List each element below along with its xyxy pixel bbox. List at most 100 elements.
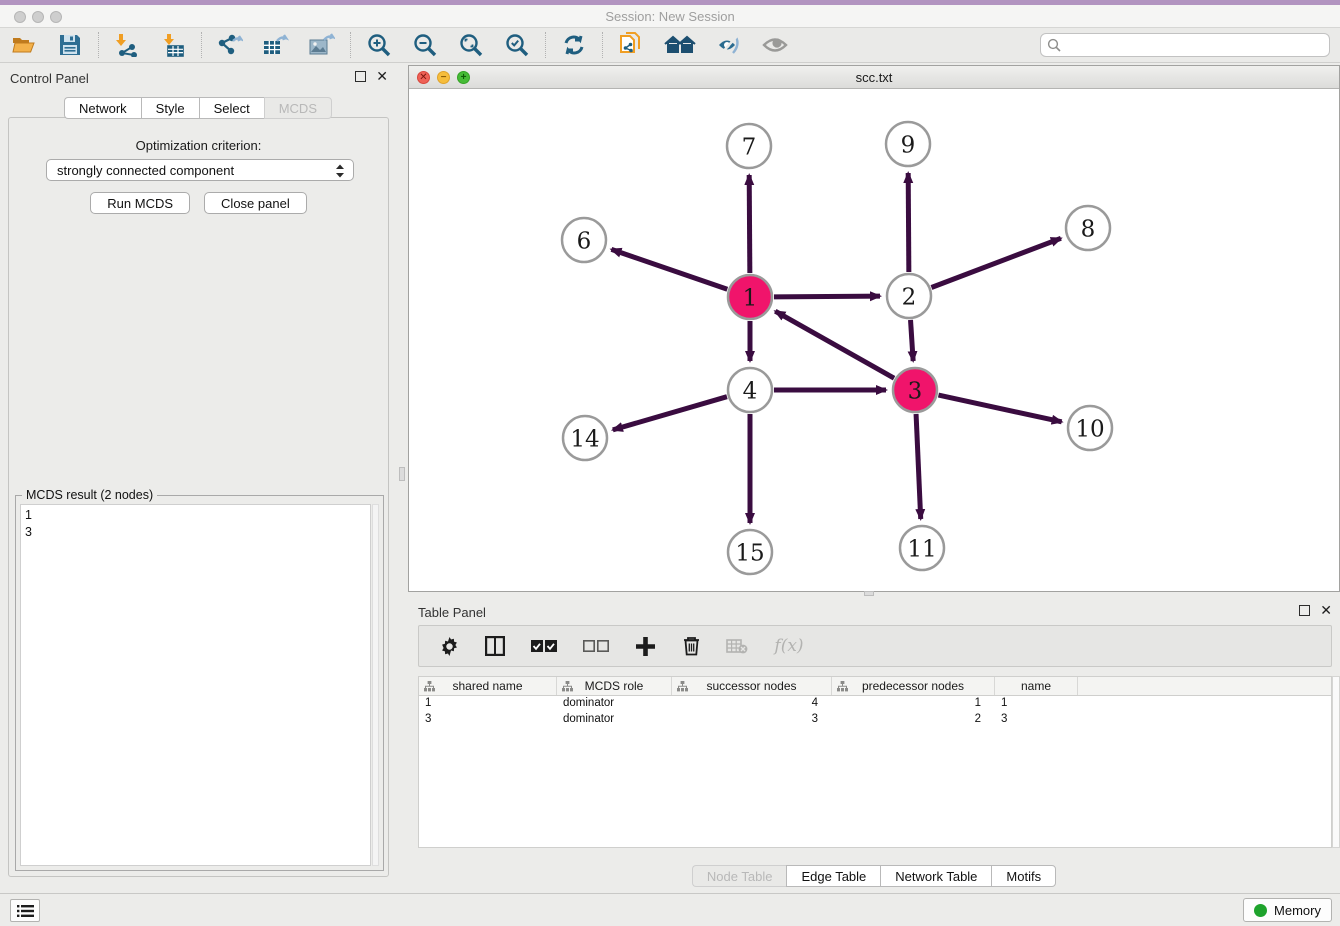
toggle-panes-icon[interactable] <box>483 634 507 658</box>
column-header-name[interactable]: name <box>995 677 1078 695</box>
network-canvas[interactable]: 1234678910111415 <box>409 89 1339 591</box>
table-close-icon[interactable]: ✕ <box>1320 605 1332 616</box>
memory-label: Memory <box>1274 903 1321 918</box>
cell-shared-name[interactable]: 1 <box>419 696 557 712</box>
zoom-in-icon[interactable] <box>365 32 393 58</box>
float-panel-icon[interactable] <box>355 71 366 82</box>
graph-edge-2-8[interactable] <box>931 238 1060 287</box>
tab-motifs[interactable]: Motifs <box>991 865 1056 887</box>
zoom-fit-icon[interactable] <box>457 32 485 58</box>
zoom-selected-icon[interactable] <box>503 32 531 58</box>
import-table-icon[interactable] <box>159 32 187 58</box>
table-toolbar: f(x) <box>418 625 1332 667</box>
cell-name[interactable]: 3 <box>995 712 1078 728</box>
select-all-checkboxes-icon[interactable] <box>529 634 559 658</box>
result-scrollbar[interactable] <box>372 504 379 866</box>
column-header-successor-nodes[interactable]: successor nodes <box>672 677 832 695</box>
graph-edge-3-10[interactable] <box>938 395 1061 422</box>
home-icon[interactable] <box>663 32 697 58</box>
table-row[interactable]: 3 dominator 3 2 3 <box>419 712 1331 728</box>
run-mcds-button[interactable]: Run MCDS <box>90 192 190 214</box>
tab-edge-table[interactable]: Edge Table <box>786 865 880 887</box>
column-label: shared name <box>452 679 522 693</box>
tab-network-table[interactable]: Network Table <box>880 865 991 887</box>
tree-icon <box>837 681 848 692</box>
show-hide-icon[interactable] <box>761 32 789 58</box>
tab-style[interactable]: Style <box>141 97 199 119</box>
export-network-icon[interactable] <box>216 32 244 58</box>
duplicate-network-icon[interactable] <box>617 32 645 58</box>
graph[interactable]: 1234678910111415 <box>409 89 1339 591</box>
table-header-row: shared name MCDS role successor nodes pr… <box>419 677 1331 696</box>
column-header-shared-name[interactable]: shared name <box>419 677 557 695</box>
graph-edge-2-9[interactable] <box>908 173 909 272</box>
graph-node-label-4: 4 <box>743 378 758 404</box>
column-header-predecessor-nodes[interactable]: predecessor nodes <box>832 677 995 695</box>
tab-mcds[interactable]: MCDS <box>264 97 332 119</box>
refresh-icon[interactable] <box>560 32 588 58</box>
settings-gear-icon[interactable] <box>437 634 461 658</box>
cell-mcds-role[interactable]: dominator <box>557 712 672 728</box>
birds-eye-view-icon[interactable] <box>715 32 743 58</box>
table-row[interactable]: 1 dominator 4 1 1 <box>419 696 1331 712</box>
deselect-all-checkboxes-icon[interactable] <box>581 634 611 658</box>
control-panel: Control Panel ✕ Network Style Select MCD… <box>0 63 396 893</box>
table-scrollbar[interactable] <box>1332 676 1340 848</box>
graph-node-label-3: 3 <box>908 378 923 404</box>
cell-predecessor-nodes[interactable]: 1 <box>832 696 995 712</box>
cell-shared-name[interactable]: 3 <box>419 712 557 728</box>
delete-columns-icon[interactable] <box>679 634 703 658</box>
optimization-criterion-select[interactable]: strongly connected component <box>46 159 354 181</box>
graph-node-label-15: 15 <box>735 540 764 566</box>
graph-edge-1-2[interactable] <box>774 296 880 297</box>
network-window-titlebar[interactable]: ✕ − + scc.txt <box>409 66 1339 89</box>
column-label: MCDS role <box>585 679 644 693</box>
add-column-icon[interactable] <box>633 634 657 658</box>
close-panel-icon[interactable]: ✕ <box>376 71 388 82</box>
tab-node-table[interactable]: Node Table <box>692 865 787 887</box>
graph-edge-1-6[interactable] <box>611 249 727 289</box>
titlebar: Session: New Session <box>0 5 1340 28</box>
cell-mcds-role[interactable]: dominator <box>557 696 672 712</box>
cell-successor-nodes[interactable]: 4 <box>672 696 832 712</box>
tab-network[interactable]: Network <box>64 97 141 119</box>
column-header-mcds-role[interactable]: MCDS role <box>557 677 672 695</box>
delete-table-icon[interactable] <box>725 634 749 658</box>
mcds-result-group: MCDS result (2 nodes) 1 3 <box>15 495 384 871</box>
graph-node-label-7: 7 <box>742 134 757 160</box>
control-panel-tabs: Network Style Select MCDS <box>0 97 396 119</box>
import-network-icon[interactable] <box>113 32 141 58</box>
graph-node-label-6: 6 <box>577 228 592 254</box>
cell-name[interactable]: 1 <box>995 696 1078 712</box>
graph-edge-3-11[interactable] <box>916 414 921 519</box>
graph-node-label-1: 1 <box>743 285 758 311</box>
table-tabs: Node Table Edge Table Network Table Moti… <box>408 865 1340 887</box>
graph-node-label-8: 8 <box>1081 216 1096 242</box>
tab-select[interactable]: Select <box>199 97 264 119</box>
save-session-icon[interactable] <box>56 32 84 58</box>
graph-edge-4-14[interactable] <box>613 397 727 430</box>
zoom-out-icon[interactable] <box>411 32 439 58</box>
horizontal-splitter-handle[interactable] <box>864 591 874 596</box>
search-icon <box>1047 38 1061 52</box>
mcds-result-list[interactable]: 1 3 <box>20 504 371 866</box>
graph-edge-2-3[interactable] <box>911 320 914 361</box>
memory-button[interactable]: Memory <box>1243 898 1332 922</box>
cell-successor-nodes[interactable]: 3 <box>672 712 832 728</box>
graph-node-label-2: 2 <box>902 284 917 310</box>
node-table[interactable]: shared name MCDS role successor nodes pr… <box>418 676 1332 848</box>
task-history-button[interactable] <box>10 899 40 922</box>
graph-node-label-9: 9 <box>901 132 916 158</box>
function-builder-icon[interactable]: f(x) <box>771 634 807 658</box>
graph-edge-3-1[interactable] <box>775 311 894 378</box>
memory-status-icon <box>1254 904 1267 917</box>
cell-predecessor-nodes[interactable]: 2 <box>832 712 995 728</box>
open-session-icon[interactable] <box>10 32 38 58</box>
graph-edge-1-7[interactable] <box>749 175 750 273</box>
search-input[interactable] <box>1040 33 1330 57</box>
close-panel-button[interactable]: Close panel <box>204 192 307 214</box>
export-image-icon[interactable] <box>308 32 336 58</box>
vertical-splitter[interactable] <box>396 63 408 893</box>
table-float-icon[interactable] <box>1299 605 1310 616</box>
export-table-icon[interactable] <box>262 32 290 58</box>
